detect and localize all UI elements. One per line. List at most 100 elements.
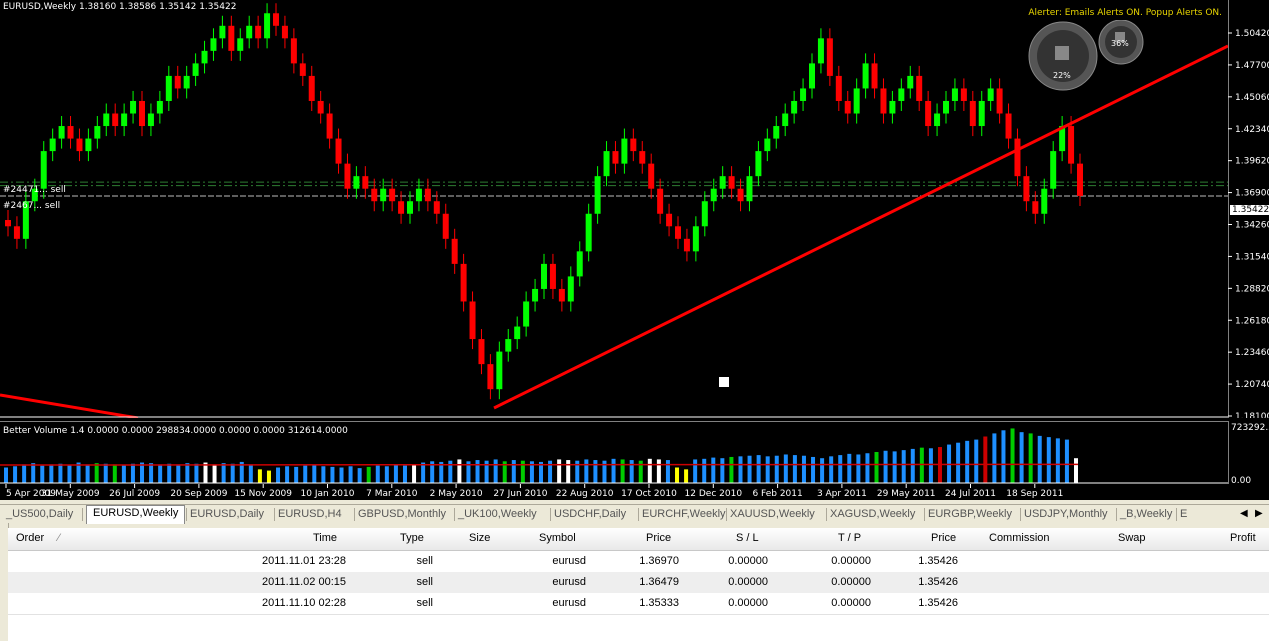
- header-size[interactable]: Size: [469, 532, 490, 544]
- trendline[interactable]: [0, 393, 139, 418]
- volume-bar: [393, 465, 398, 483]
- volume-bar: [31, 463, 36, 483]
- cpu-icon: [1055, 46, 1069, 60]
- table-row[interactable]: 2011.11.02 00:15 sell eurusd 1.36479 0.00000…: [8, 572, 1269, 594]
- volume-bar: [348, 466, 353, 483]
- cell-sl: 0.00000: [728, 597, 768, 609]
- tab-separator: [638, 508, 639, 521]
- price-tick-label: 1.47700: [1235, 61, 1269, 71]
- candle: [576, 241, 583, 287]
- cell-symbol: eurusd: [552, 597, 586, 609]
- header-type[interactable]: Type: [400, 532, 424, 544]
- table-row[interactable]: 2011.11.10 02:28 sell eurusd 1.35333 0.00000…: [8, 593, 1269, 615]
- header-swap[interactable]: Swap: [1118, 532, 1146, 544]
- candle: [889, 90, 896, 124]
- candle: [496, 341, 503, 400]
- candle: [621, 128, 628, 174]
- tab-gbpusd-monthly[interactable]: GBPUSD,Monthly: [358, 507, 446, 522]
- tab--b-weekly[interactable]: _B,Weekly: [1120, 507, 1172, 522]
- volume-bar: [185, 463, 190, 483]
- volume-bar: [112, 464, 117, 483]
- volume-bar: [248, 464, 253, 483]
- volume-bar: [257, 469, 262, 483]
- candle: [478, 329, 485, 375]
- candle: [934, 103, 941, 137]
- candle: [246, 15, 253, 49]
- volume-bar: [230, 463, 235, 483]
- tab--uk100-weekly[interactable]: _UK100,Weekly: [458, 507, 537, 522]
- volume-bar: [747, 455, 752, 483]
- cell-type: sell: [416, 597, 433, 609]
- candle: [871, 53, 878, 99]
- candle: [594, 166, 601, 224]
- tab-eurusd-daily[interactable]: EURUSD,Daily: [190, 507, 264, 522]
- volume-average-line: [0, 463, 1079, 466]
- volume-bar: [384, 466, 389, 483]
- tab-scroll-right-icon[interactable]: ▶: [1255, 508, 1263, 519]
- tab-usdchf-daily[interactable]: USDCHF,Daily: [554, 507, 626, 522]
- sort-icon: ⁄: [58, 532, 60, 544]
- volume-bar: [720, 458, 725, 483]
- volume-bar: [702, 458, 707, 483]
- volume-bar: [675, 467, 680, 483]
- chart-area[interactable]: 1.50420 1.47700 1.45060 1.42340 1.39620 1.369…: [0, 0, 1269, 500]
- candle: [183, 65, 190, 99]
- tab-xauusd-weekly[interactable]: XAUUSD,Weekly: [730, 507, 815, 522]
- trendline[interactable]: [493, 44, 1228, 410]
- cell-price: 1.36970: [639, 555, 679, 567]
- tab-eurgbp-weekly[interactable]: EURGBP,Weekly: [928, 507, 1012, 522]
- header-commission[interactable]: Commission: [989, 532, 1050, 544]
- time-tick-label: 24 Jul 2011: [945, 489, 996, 499]
- volume-bar: [883, 450, 888, 483]
- current-price-tag: 1.35422: [1230, 205, 1269, 215]
- volume-bar: [557, 459, 562, 483]
- volume-bar: [729, 456, 734, 483]
- tab-e[interactable]: E: [1180, 507, 1187, 522]
- time-tick-label: 22 Aug 2010: [556, 489, 614, 499]
- header-symbol[interactable]: Symbol: [539, 532, 576, 544]
- header-sl[interactable]: S / L: [736, 532, 759, 544]
- volume-bar: [402, 465, 407, 483]
- system-monitor-gadget[interactable]: 22% 36%: [1025, 20, 1150, 92]
- tab-eurusd-h4[interactable]: EURUSD,H4: [278, 507, 342, 522]
- tab-scroll-left-icon[interactable]: ◀: [1240, 508, 1248, 519]
- tab-eurusd-weekly[interactable]: EURUSD,Weekly: [86, 505, 186, 524]
- volume-bar: [656, 459, 661, 483]
- table-row[interactable]: 2011.11.01 23:28 sell eurusd 1.36970 0.00000…: [8, 551, 1269, 573]
- candle: [264, 3, 271, 49]
- volume-bar: [1001, 430, 1006, 483]
- tab-usdjpy-monthly[interactable]: USDJPY,Monthly: [1024, 507, 1108, 522]
- header-order[interactable]: Order: [16, 532, 44, 544]
- tab-eurchf-weekly[interactable]: EURCHF,Weekly: [642, 507, 726, 522]
- header-tp[interactable]: T / P: [838, 532, 861, 544]
- candle: [380, 178, 387, 212]
- price-tick-label: 1.34260: [1235, 221, 1269, 231]
- candle: [683, 228, 690, 262]
- cell-price: 1.35333: [639, 597, 679, 609]
- volume-bar: [511, 460, 516, 483]
- header-time[interactable]: Time: [313, 532, 337, 544]
- volume-bar: [58, 463, 63, 483]
- candle: [487, 354, 494, 400]
- candle: [415, 178, 422, 212]
- candle: [532, 278, 539, 312]
- cell-type: sell: [416, 555, 433, 567]
- volume-bar: [130, 463, 135, 483]
- order-label[interactable]: #2467... sell: [3, 201, 60, 211]
- candle: [121, 103, 128, 137]
- candle: [147, 103, 154, 137]
- candle: [442, 203, 449, 249]
- tab-xagusd-weekly[interactable]: XAGUSD,Weekly: [830, 507, 915, 522]
- tab-separator: [1176, 508, 1177, 521]
- cell-type: sell: [416, 576, 433, 588]
- order-label[interactable]: #24471... sell: [3, 185, 66, 195]
- tab--us500-daily[interactable]: _US500,Daily: [6, 507, 73, 522]
- header-price[interactable]: Price: [646, 532, 671, 544]
- candle: [49, 128, 56, 162]
- symbol-title: EURUSD,Weekly 1.38160 1.38586 1.35142 1.…: [3, 2, 237, 12]
- candle: [130, 90, 137, 124]
- candle: [817, 28, 824, 74]
- header-profit[interactable]: Profit: [1230, 532, 1256, 544]
- header-price-current[interactable]: Price: [931, 532, 956, 544]
- candle: [139, 90, 145, 137]
